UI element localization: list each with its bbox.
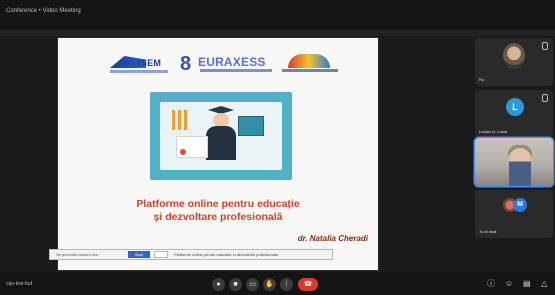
chat-icon[interactable]: ▤	[523, 280, 531, 288]
mic-muted-icon	[542, 94, 548, 102]
slide-title-line1: Platforme online pentru educație	[136, 198, 300, 210]
screen-share-bar: Se prezintă ecranul dvs. Stop sharing Pl…	[50, 250, 332, 264]
euraxess-logo-mark: 8	[180, 53, 192, 75]
participant-avatar: L	[506, 98, 524, 116]
meeting-controls-bar: cqo-kxe-fud ● ■ ▭ ✋ ⋮ ☎ ⓘ ☺ ▤ △	[0, 272, 555, 295]
info-icon[interactable]: ⓘ	[487, 280, 495, 288]
share-indicator	[0, 30, 555, 36]
slide-author: dr. Natalia Cheradi	[297, 234, 368, 243]
captions-icon[interactable]: ▭	[246, 278, 259, 291]
slide-title-line2: și dezvoltare profesională	[153, 211, 283, 223]
participant-avatar-group: M	[503, 198, 527, 212]
mic-icon[interactable]: ●	[212, 278, 225, 291]
participant-tile[interactable]: M Tu și încă	[475, 190, 553, 238]
university-logo-arc	[288, 54, 330, 68]
isem-logo: ISEM	[110, 56, 168, 76]
camera-icon[interactable]: ■	[229, 278, 242, 291]
isem-logo-subline	[110, 70, 168, 73]
chart-bars-graphic	[172, 110, 190, 130]
university-logo	[282, 54, 338, 76]
monitor-icon	[238, 116, 264, 136]
hangup-icon[interactable]: ☎	[298, 278, 318, 291]
activities-icon[interactable]: △	[541, 280, 547, 288]
participant-name: Ru	[479, 77, 485, 82]
participant-tile-active[interactable]	[475, 138, 553, 186]
euraxess-logo-tagline	[200, 69, 272, 72]
participant-video-person	[509, 148, 531, 186]
education-illustration	[150, 92, 292, 180]
euraxess-logo: 8 EURAXESS	[180, 52, 280, 78]
participant-name: Lucian G. Lucia	[479, 129, 507, 134]
mic-muted-icon	[542, 42, 548, 50]
meeting-topbar: Conference • Video Meeting	[0, 0, 555, 30]
stop-sharing-button[interactable]: Stop sharing	[128, 251, 150, 264]
participant-tile[interactable]: L Lucian G. Lucia	[475, 90, 553, 138]
raise-hand-icon[interactable]: ✋	[263, 278, 276, 291]
euraxess-logo-text: EURAXESS	[198, 55, 266, 69]
participant-tile[interactable]: Ru	[475, 38, 553, 86]
meeting-code: cqo-kxe-fud	[6, 281, 33, 287]
window-title: Conference • Video Meeting	[6, 8, 81, 14]
university-logo-base	[282, 69, 338, 72]
people-icon[interactable]: ☺	[505, 280, 513, 288]
participant-avatar-initial: M	[513, 198, 527, 212]
shared-slide: ISEM 8 EURAXESS Platforme online pentru …	[58, 38, 378, 270]
hide-bar-button[interactable]	[154, 251, 168, 258]
isem-logo-text: ISEM	[138, 58, 162, 68]
logo-row: ISEM 8 EURAXESS	[110, 52, 340, 78]
share-info-text: Platforme online pentru educatie si dezv…	[174, 252, 279, 257]
participant-name: Tu și încă	[479, 229, 497, 234]
speaking-indicator-icon	[542, 142, 548, 150]
participant-photo	[503, 43, 525, 69]
certificate-icon	[176, 136, 208, 158]
graduate-body-graphic	[206, 126, 236, 160]
more-icon[interactable]: ⋮	[280, 278, 293, 291]
graduate-head-graphic	[213, 113, 229, 127]
share-message: Se prezintă ecranul dvs.	[56, 252, 99, 257]
slide-title: Platforme online pentru educație și dezv…	[98, 198, 338, 224]
